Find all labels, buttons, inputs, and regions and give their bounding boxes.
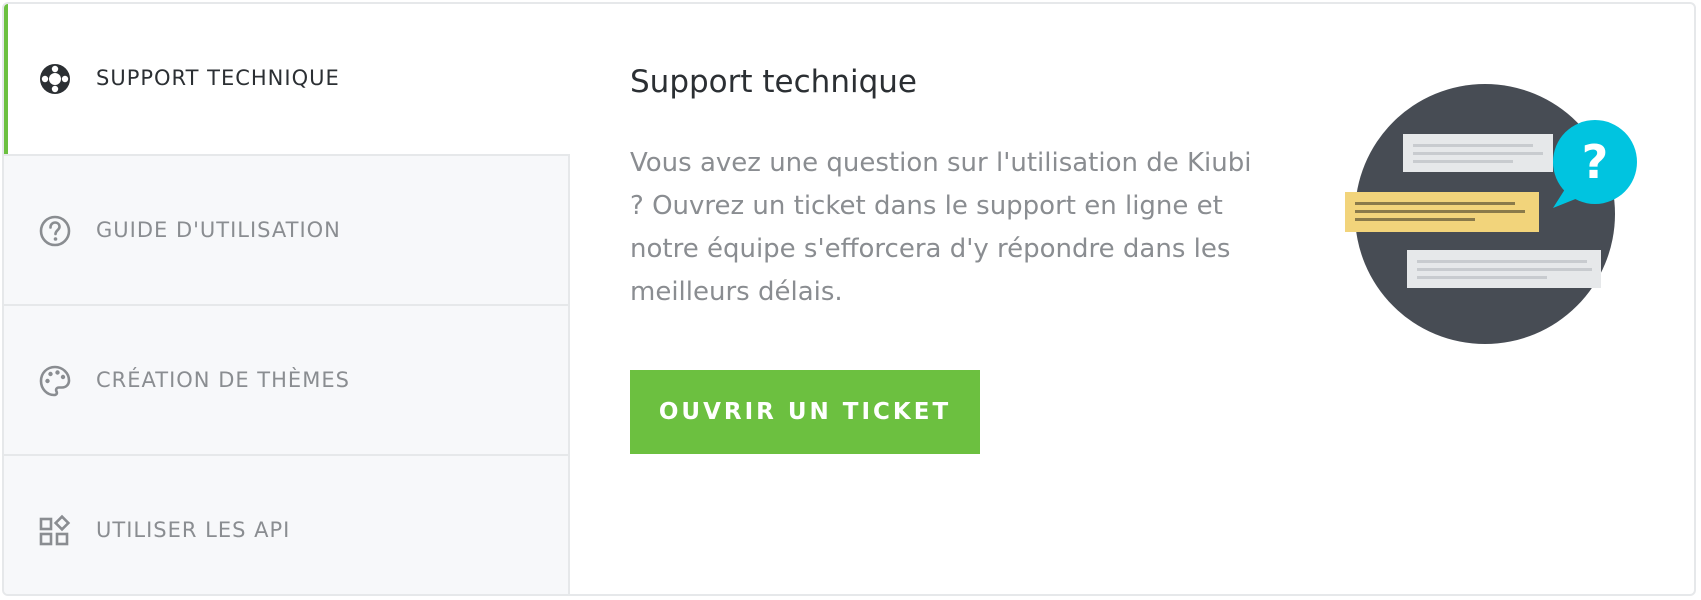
tab-utiliser-api[interactable]: UTILISER LES API [4, 454, 570, 594]
chat-bubbles-illustration: ? [1345, 84, 1637, 344]
support-card: SUPPORT TECHNIQUE GUIDE D'UTILISATION CR… [2, 2, 1696, 596]
tab-support-technique[interactable]: SUPPORT TECHNIQUE [4, 4, 570, 154]
open-ticket-button[interactable]: OUVRIR UN TICKET [630, 370, 980, 454]
panel-title: Support technique [630, 64, 917, 100]
tab-label: UTILISER LES API [96, 518, 291, 542]
widgets-icon [39, 514, 71, 546]
palette-icon [39, 365, 71, 397]
tab-label: SUPPORT TECHNIQUE [96, 66, 340, 90]
lifebuoy-icon [40, 64, 70, 94]
sidebar-tabs: SUPPORT TECHNIQUE GUIDE D'UTILISATION CR… [4, 4, 570, 594]
tab-label: CRÉATION DE THÈMES [96, 368, 350, 392]
tab-label: GUIDE D'UTILISATION [96, 218, 341, 242]
question-circle-icon [39, 215, 71, 247]
panel-description: Vous avez une question sur l'utilisation… [630, 148, 1252, 307]
svg-text:?: ? [1582, 135, 1609, 189]
tab-panel: Support technique Vous avez une question… [570, 4, 1694, 594]
tab-guide-utilisation[interactable]: GUIDE D'UTILISATION [4, 154, 570, 304]
tab-creation-themes[interactable]: CRÉATION DE THÈMES [4, 304, 570, 454]
